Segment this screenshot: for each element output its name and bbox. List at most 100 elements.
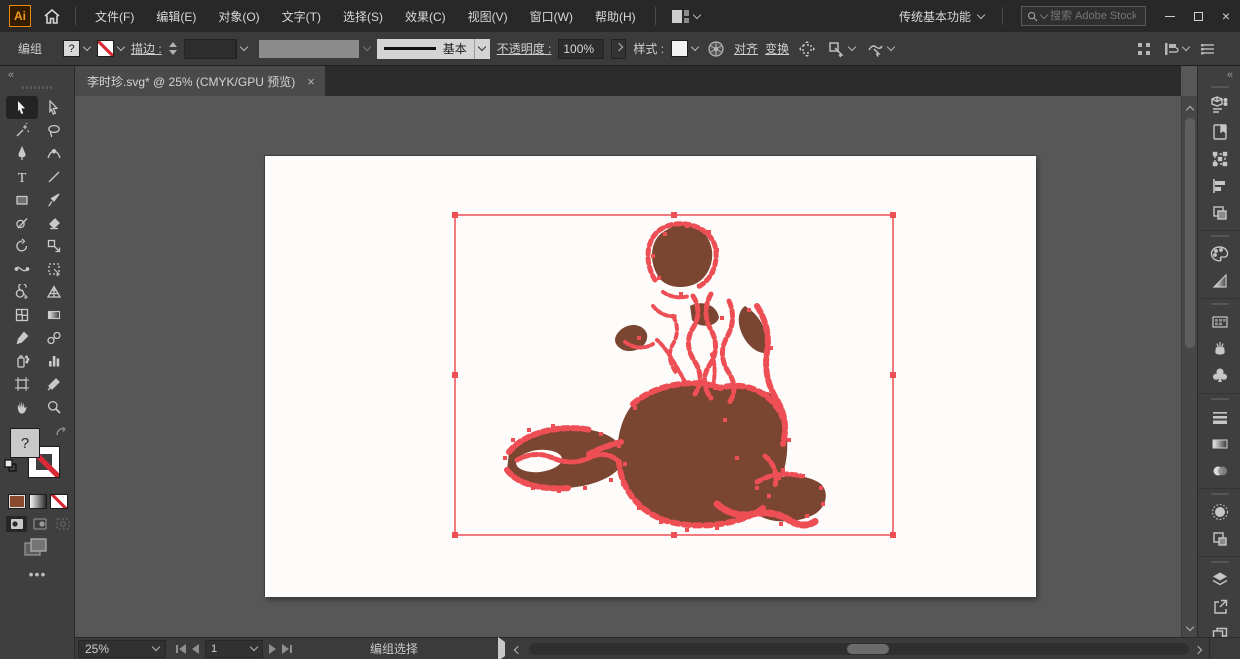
search-input[interactable] [1050, 10, 1136, 22]
menu-edit[interactable]: 编辑(E) [145, 0, 207, 32]
fill-proxy-swatch[interactable]: ? [10, 428, 40, 458]
panel-align[interactable] [1198, 172, 1240, 199]
vertical-scrollbar[interactable] [1181, 96, 1197, 637]
panel-symbols[interactable] [1198, 362, 1240, 389]
horizontal-scrollbar-thumb[interactable] [847, 644, 889, 654]
panel-stroke[interactable] [1198, 403, 1240, 430]
transform-panel-link[interactable]: 变换 [765, 40, 789, 57]
tool-column-graph[interactable] [38, 349, 70, 372]
artboard[interactable] [265, 156, 1036, 597]
tool-magic-wand[interactable] [6, 119, 38, 142]
menu-effect[interactable]: 效果(C) [394, 0, 457, 32]
document-tab[interactable]: 李时珍.svg* @ 25% (CMYK/GPU 预览) × [75, 66, 325, 96]
panel-swatches[interactable] [1198, 308, 1240, 335]
vertical-scrollbar-thumb[interactable] [1185, 118, 1195, 348]
brush-definition-combo[interactable]: 基本 [377, 39, 490, 59]
panel-gradient-2[interactable] [1198, 430, 1240, 457]
panel-export[interactable] [1198, 593, 1240, 620]
menu-object[interactable]: 对象(O) [207, 0, 270, 32]
edit-toolbar-button[interactable]: ••• [0, 566, 75, 582]
tool-lasso[interactable] [38, 119, 70, 142]
panel-pathfinder[interactable] [1198, 199, 1240, 226]
style-dropdown[interactable] [671, 40, 698, 57]
tool-rotate[interactable] [6, 234, 38, 257]
draw-behind-button[interactable] [29, 516, 50, 532]
stroke-width-stepper[interactable] [169, 42, 177, 55]
opacity-expand-button[interactable] [611, 39, 626, 59]
expand-panels-icon[interactable]: « [1227, 69, 1233, 81]
tool-artboard[interactable] [6, 372, 38, 395]
tool-mesh[interactable] [6, 303, 38, 326]
tool-hand[interactable] [6, 395, 38, 418]
tool-shape-builder[interactable] [6, 280, 38, 303]
home-icon[interactable] [37, 0, 67, 32]
maximize-button[interactable] [1184, 0, 1212, 32]
collapse-tools-icon[interactable]: « [8, 69, 14, 81]
recolor-artwork-button[interactable] [705, 37, 727, 61]
dock-drag-handle[interactable] [1211, 561, 1229, 563]
tool-pen[interactable] [6, 142, 38, 165]
horizontal-scrollbar[interactable] [529, 643, 1189, 655]
draw-inside-button[interactable] [52, 516, 73, 532]
previous-artboard-button[interactable] [192, 644, 199, 654]
opacity-panel-link[interactable]: 不透明度 : [497, 40, 552, 57]
artboard-number-dropdown[interactable] [205, 640, 263, 658]
dock-drag-handle[interactable] [1211, 235, 1229, 237]
scroll-down-icon[interactable] [1187, 619, 1193, 633]
tool-rectangle[interactable] [6, 188, 38, 211]
stroke-panel-link[interactable]: 描边 : [131, 40, 162, 57]
last-artboard-button[interactable] [282, 644, 292, 654]
panel-brushes[interactable] [1198, 335, 1240, 362]
dock-drag-handle[interactable] [1211, 398, 1229, 400]
tool-scale[interactable] [38, 234, 70, 257]
panel-color[interactable] [1198, 240, 1240, 267]
dock-drag-handle[interactable] [1211, 303, 1229, 305]
tool-free-transform[interactable] [38, 257, 70, 280]
dock-drag-handle[interactable] [1211, 493, 1229, 495]
close-button[interactable]: × [1212, 0, 1240, 32]
artwork-li-shizhen[interactable] [265, 156, 1036, 597]
first-artboard-button[interactable] [176, 644, 186, 654]
chevron-button[interactable] [236, 39, 252, 59]
panel-libraries[interactable] [1198, 118, 1240, 145]
tool-eyedropper[interactable] [6, 326, 38, 349]
panel-transparency[interactable] [1198, 457, 1240, 484]
panel-layers[interactable] [1198, 566, 1240, 593]
next-artboard-button[interactable] [269, 644, 276, 654]
document-arrangement-dropdown[interactable] [664, 0, 708, 32]
tool-blend[interactable] [38, 326, 70, 349]
panel-graphic-styles[interactable] [1198, 525, 1240, 552]
tool-shaper[interactable] [6, 211, 38, 234]
isolate-object-dropdown[interactable] [825, 37, 857, 61]
menu-view[interactable]: 视图(V) [457, 0, 519, 32]
panel-appearance[interactable] [1198, 498, 1240, 525]
artboard-number-input[interactable] [211, 643, 239, 655]
tools-drag-handle[interactable] [22, 86, 52, 89]
panel-properties[interactable] [1198, 91, 1240, 118]
scroll-left-icon[interactable] [515, 642, 521, 656]
tool-width[interactable] [6, 257, 38, 280]
tool-type[interactable]: T [6, 165, 38, 188]
tab-close-icon[interactable]: × [307, 74, 315, 89]
status-options-flyout[interactable] [498, 642, 505, 656]
default-fill-stroke-icon[interactable] [4, 459, 17, 475]
align-to-dropdown[interactable] [1161, 37, 1191, 61]
draw-normal-button[interactable] [6, 516, 27, 532]
menu-help[interactable]: 帮助(H) [584, 0, 647, 32]
illustrator-logo-icon[interactable]: Ai [9, 5, 31, 27]
align-panel-link[interactable]: 对齐 [734, 40, 758, 57]
screen-mode-button[interactable] [24, 538, 48, 560]
align-objects-button[interactable] [1134, 37, 1154, 61]
gradient-button[interactable] [29, 494, 47, 509]
opacity-input[interactable] [558, 39, 604, 59]
tool-eraser[interactable] [38, 211, 70, 234]
tool-selection[interactable] [6, 96, 38, 119]
scroll-right-icon[interactable] [1195, 642, 1201, 656]
dock-drag-handle[interactable] [1211, 86, 1229, 88]
control-panel-menu-button[interactable] [1198, 37, 1218, 61]
tool-paintbrush[interactable] [38, 188, 70, 211]
stroke-width-combo[interactable] [184, 39, 252, 59]
canvas-pasteboard[interactable] [75, 96, 1181, 637]
menu-type[interactable]: 文字(T) [271, 0, 332, 32]
select-similar-dropdown[interactable] [864, 37, 896, 61]
